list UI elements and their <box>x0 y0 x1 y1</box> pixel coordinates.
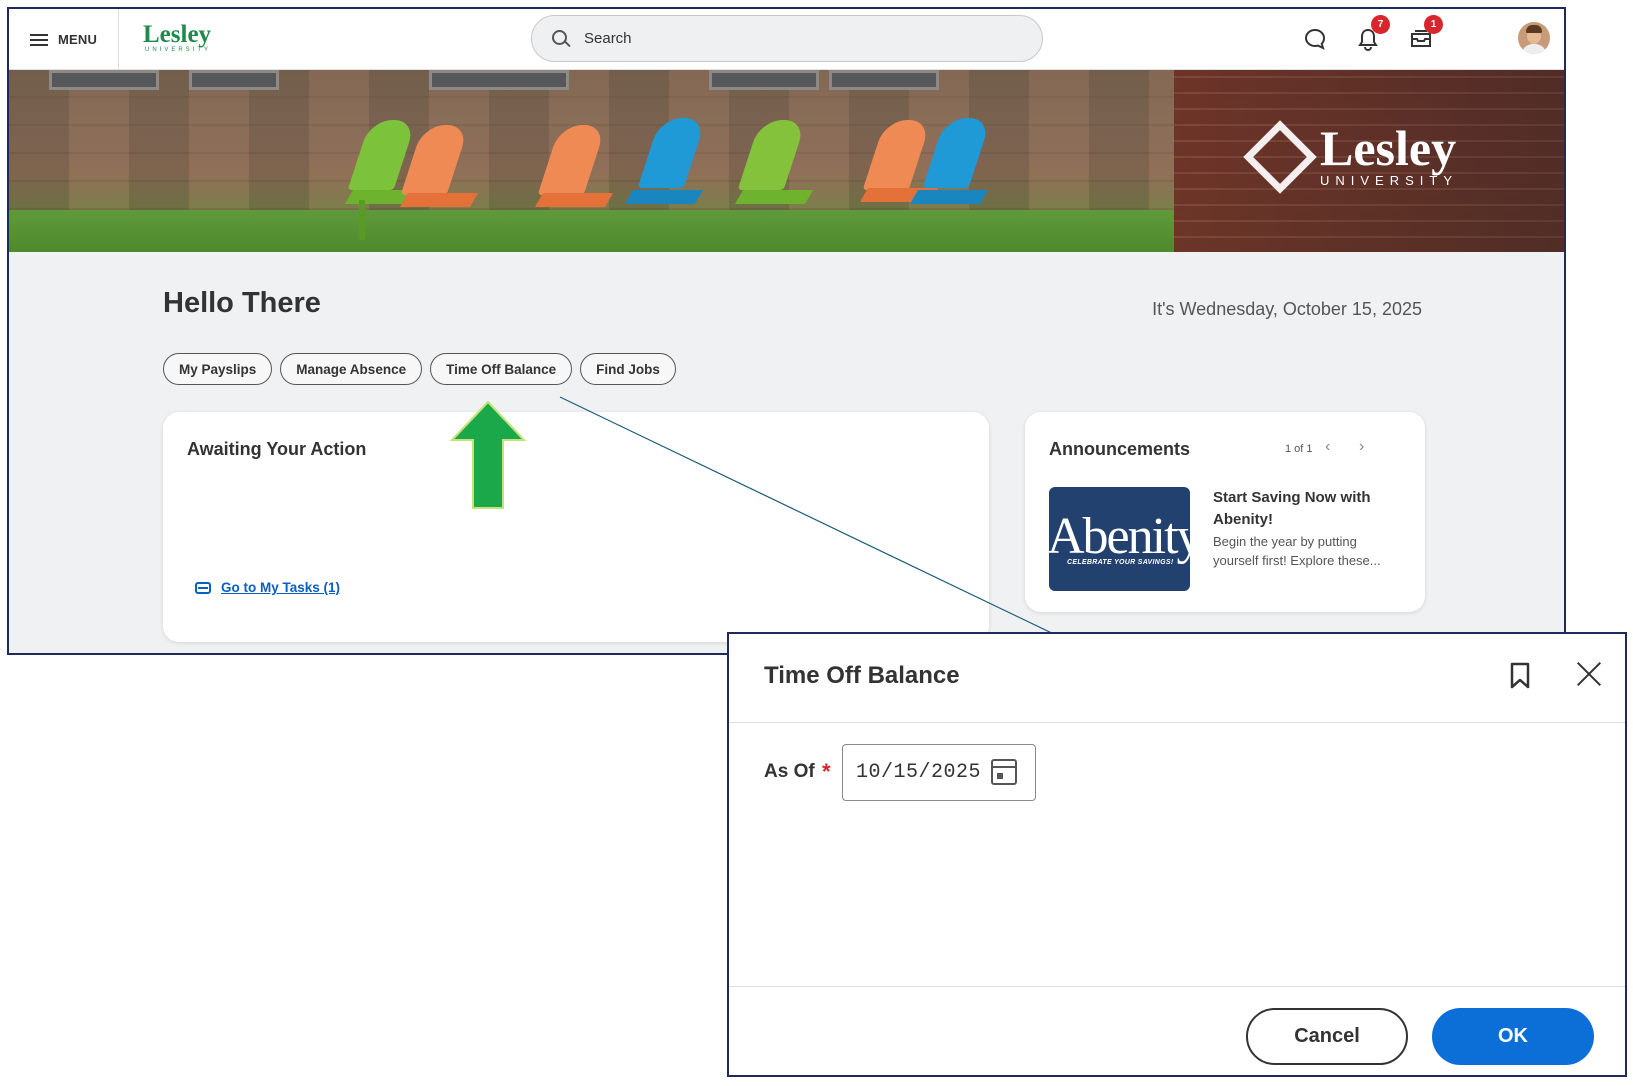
lesley-logo[interactable]: Lesley UNIVERSITY <box>143 21 212 53</box>
announcements-card: Announcements 1 of 1 ‹ › Abenity CELEBRA… <box>1025 412 1425 612</box>
awaiting-action-title: Awaiting Your Action <box>187 439 367 459</box>
lesley-emblem-icon <box>1243 119 1317 194</box>
menu-button[interactable]: MENU <box>9 9 119 70</box>
required-asterisk: * <box>822 759 831 784</box>
cancel-button[interactable]: Cancel <box>1246 1008 1408 1065</box>
inbox-tray-icon <box>195 581 211 594</box>
annotation-green-up-arrow <box>450 400 526 509</box>
announcements-title: Announcements <box>1049 439 1191 459</box>
greeting-heading: Hello There <box>163 287 321 319</box>
previous-announcement-chevron-left-icon[interactable]: ‹ <box>1325 438 1330 456</box>
quick-links: My Payslips Manage Absence Time Off Bala… <box>163 353 676 385</box>
as-of-date-value: 10/15/2025 <box>856 761 982 784</box>
chat-bubble-icon <box>1305 28 1325 50</box>
abenity-announcement-image[interactable]: Abenity CELEBRATE YOUR SAVINGS! <box>1049 487 1190 591</box>
inbox-button[interactable]: 1 <box>1405 15 1443 55</box>
dialog-footer-divider <box>729 986 1625 987</box>
close-icon[interactable] <box>1575 660 1603 688</box>
top-navigation-bar: MENU Lesley UNIVERSITY Search 7 1 <box>9 9 1564 70</box>
logo-subtitle: UNIVERSITY <box>145 47 212 53</box>
dialog-header-divider <box>729 722 1625 723</box>
search-input[interactable]: Search <box>531 15 1043 62</box>
logo-wordmark: Lesley <box>143 21 212 48</box>
announcements-pager: 1 of 1 <box>1285 443 1313 455</box>
quick-link-my-payslips[interactable]: My Payslips <box>163 353 273 385</box>
next-announcement-chevron-right-icon[interactable]: › <box>1359 438 1364 456</box>
inbox-badge: 1 <box>1424 15 1443 34</box>
as-of-label: As Of <box>764 761 815 782</box>
menu-label: MENU <box>57 32 98 47</box>
search-placeholder: Search <box>584 30 632 47</box>
go-to-my-tasks-label: Go to My Tasks (1) <box>221 580 341 595</box>
calendar-icon[interactable] <box>991 759 1017 785</box>
bookmark-icon[interactable] <box>1510 662 1530 689</box>
campus-banner-image: Lesley UNIVERSITY <box>9 70 1564 252</box>
notifications-button[interactable]: 7 <box>1352 15 1390 55</box>
go-to-my-tasks-link[interactable]: Go to My Tasks (1) <box>195 580 340 595</box>
chat-button[interactable] <box>1299 23 1331 55</box>
banner-logo-wordmark: Lesley <box>1320 120 1457 176</box>
abenity-tagline: CELEBRATE YOUR SAVINGS! <box>1067 559 1174 566</box>
dialog-title: Time Off Balance <box>764 662 960 689</box>
ok-button[interactable]: OK <box>1432 1008 1594 1065</box>
time-off-balance-dialog: Time Off Balance As Of * 10/15/2025 Canc… <box>727 632 1627 1077</box>
quick-link-time-off-balance[interactable]: Time Off Balance <box>430 353 573 385</box>
search-icon <box>552 29 571 48</box>
banner-logo-subtitle: UNIVERSITY <box>1320 173 1459 188</box>
abenity-logo-text: Abenity <box>1049 508 1190 565</box>
workday-home-window: MENU Lesley UNIVERSITY Search 7 1 Lesley… <box>7 7 1566 655</box>
quick-link-manage-absence[interactable]: Manage Absence <box>280 353 423 385</box>
announcement-body: Begin the year by putting yourself first… <box>1213 534 1381 568</box>
as-of-date-input[interactable]: 10/15/2025 <box>842 744 1036 801</box>
awaiting-action-card: Awaiting Your Action Go to My Tasks (1) <box>163 412 989 642</box>
notifications-badge: 7 <box>1371 15 1390 34</box>
banner-lesley-logo: Lesley UNIVERSITY <box>1243 119 1459 194</box>
current-date: It's Wednesday, October 15, 2025 <box>1152 299 1422 319</box>
announcement-headline[interactable]: Start Saving Now with Abenity! <box>1213 487 1403 531</box>
quick-link-find-jobs[interactable]: Find Jobs <box>580 353 676 385</box>
user-avatar[interactable] <box>1518 22 1550 54</box>
hamburger-icon <box>29 33 48 47</box>
